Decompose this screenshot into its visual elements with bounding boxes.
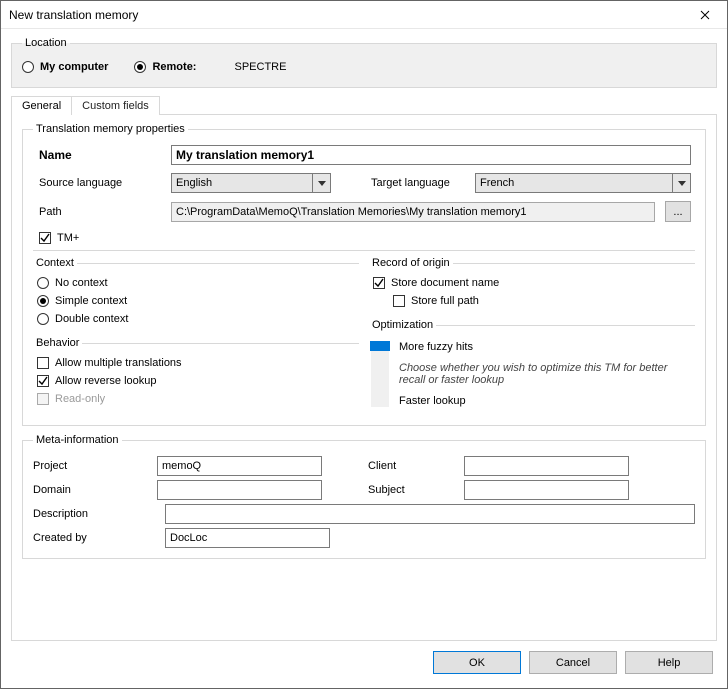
- context-legend: Context: [33, 257, 77, 269]
- context-group: Context No context Simple context: [33, 257, 359, 331]
- radio-remote[interactable]: Remote:: [134, 61, 196, 73]
- radio-icon: [37, 313, 49, 325]
- record-group: Record of origin Store document name Sto…: [369, 257, 695, 313]
- tm-properties-group: Translation memory properties Name Sourc…: [22, 123, 706, 426]
- optimization-slider[interactable]: [371, 341, 389, 407]
- combo-text: French: [476, 177, 672, 189]
- subject-input[interactable]: [464, 480, 629, 500]
- name-input[interactable]: [171, 145, 691, 165]
- store-doc-checkbox[interactable]: Store document name: [373, 277, 695, 289]
- radio-double-context[interactable]: Double context: [37, 313, 359, 325]
- store-full-checkbox[interactable]: Store full path: [373, 295, 695, 307]
- slider-bottom-label: Faster lookup: [399, 395, 693, 407]
- source-language-label: Source language: [39, 177, 163, 189]
- checkbox-label: Store full path: [411, 295, 479, 307]
- allow-multiple-checkbox[interactable]: Allow multiple translations: [37, 357, 359, 369]
- behavior-group: Behavior Allow multiple translations All…: [33, 337, 359, 411]
- readonly-checkbox: Read-only: [37, 393, 359, 405]
- domain-input[interactable]: [157, 480, 322, 500]
- radio-icon: [22, 61, 34, 73]
- checkbox-icon: [39, 232, 51, 244]
- description-label: Description: [33, 508, 157, 520]
- domain-label: Domain: [33, 484, 157, 496]
- record-legend: Record of origin: [369, 257, 453, 269]
- target-language-combo[interactable]: French: [475, 173, 691, 193]
- slider-top-label: More fuzzy hits: [399, 341, 693, 353]
- chevron-down-icon: [312, 174, 330, 192]
- source-language-combo[interactable]: English: [171, 173, 331, 193]
- checkbox-label: TM+: [57, 232, 79, 244]
- combo-text: English: [172, 177, 312, 189]
- window-title: New translation memory: [9, 8, 138, 22]
- optimization-legend: Optimization: [369, 319, 436, 331]
- slider-hint: Choose whether you wish to optimize this…: [399, 362, 693, 386]
- close-icon: [700, 10, 710, 20]
- radio-label: Remote:: [152, 61, 196, 73]
- checkbox-icon: [37, 357, 49, 369]
- project-input[interactable]: [157, 456, 322, 476]
- allow-reverse-checkbox[interactable]: Allow reverse lookup: [37, 375, 359, 387]
- radio-icon: [37, 277, 49, 289]
- dialog-footer: OK Cancel Help: [11, 641, 717, 678]
- checkbox-label: Store document name: [391, 277, 499, 289]
- tab-general[interactable]: General: [11, 96, 72, 115]
- radio-icon: [37, 295, 49, 307]
- tab-custom-fields[interactable]: Custom fields: [71, 96, 160, 115]
- remote-server-name: SPECTRE: [234, 61, 286, 73]
- radio-no-context[interactable]: No context: [37, 277, 359, 289]
- chevron-down-icon: [672, 174, 690, 192]
- optimization-group: Optimization More fuzzy hits Choose whet…: [369, 319, 695, 415]
- meta-group: Meta-information Project Client Domain: [22, 434, 706, 559]
- tmplus-checkbox[interactable]: TM+: [39, 232, 79, 244]
- radio-label: Double context: [55, 313, 128, 325]
- behavior-legend: Behavior: [33, 337, 82, 349]
- createdby-input[interactable]: [165, 528, 330, 548]
- separator: [33, 250, 695, 251]
- radio-my-computer[interactable]: My computer: [22, 61, 108, 73]
- subject-label: Subject: [368, 484, 464, 496]
- radio-icon: [134, 61, 146, 73]
- checkbox-icon: [373, 277, 385, 289]
- tabstrip: General Custom fields: [11, 96, 717, 115]
- location-legend: Location: [22, 37, 70, 49]
- checkbox-label: Allow multiple translations: [55, 357, 182, 369]
- close-button[interactable]: [683, 1, 727, 28]
- meta-legend: Meta-information: [33, 434, 122, 446]
- project-label: Project: [33, 460, 157, 472]
- name-label: Name: [39, 148, 163, 162]
- checkbox-label: Allow reverse lookup: [55, 375, 157, 387]
- radio-simple-context[interactable]: Simple context: [37, 295, 359, 307]
- slider-thumb[interactable]: [370, 341, 390, 351]
- checkbox-icon: [393, 295, 405, 307]
- path-label: Path: [39, 206, 163, 218]
- client-label: Client: [368, 460, 464, 472]
- description-input[interactable]: [165, 504, 695, 524]
- tab-content: Translation memory properties Name Sourc…: [11, 114, 717, 641]
- help-button[interactable]: Help: [625, 651, 713, 674]
- radio-label: No context: [55, 277, 108, 289]
- browse-button[interactable]: ...: [665, 201, 691, 222]
- checkbox-icon: [37, 393, 49, 405]
- createdby-label: Created by: [33, 532, 157, 544]
- cancel-button[interactable]: Cancel: [529, 651, 617, 674]
- location-group: Location My computer Remote: SPECTRE: [11, 37, 717, 88]
- tm-properties-legend: Translation memory properties: [33, 123, 188, 135]
- radio-label: My computer: [40, 61, 108, 73]
- checkbox-icon: [37, 375, 49, 387]
- dialog-window: New translation memory Location My compu…: [0, 0, 728, 689]
- path-input: [171, 202, 655, 222]
- titlebar: New translation memory: [1, 1, 727, 29]
- target-language-label: Target language: [371, 177, 467, 189]
- ok-button[interactable]: OK: [433, 651, 521, 674]
- radio-label: Simple context: [55, 295, 127, 307]
- checkbox-label: Read-only: [55, 393, 105, 405]
- client-input[interactable]: [464, 456, 629, 476]
